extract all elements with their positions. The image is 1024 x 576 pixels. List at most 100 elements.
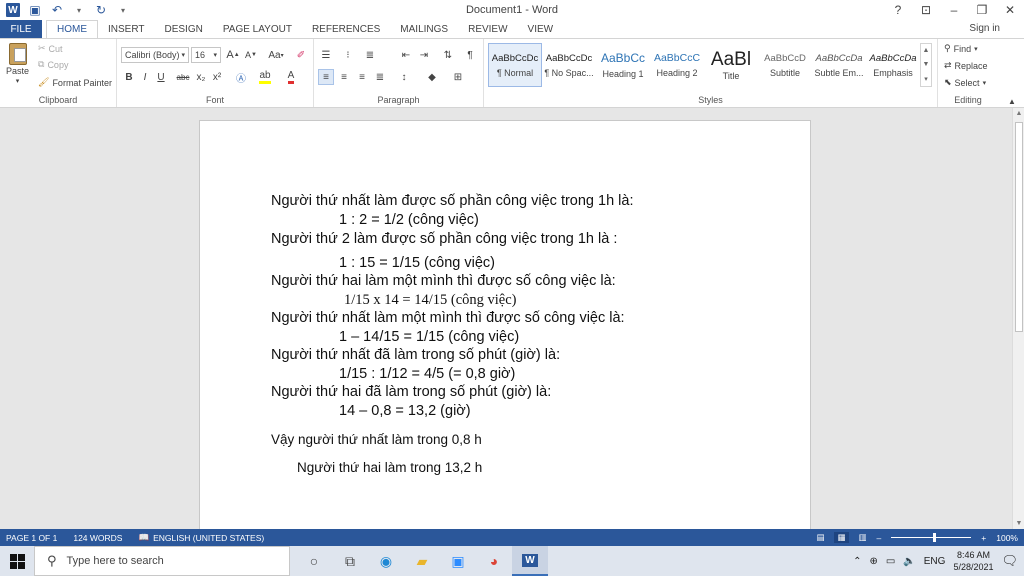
style-subtle-emphasis[interactable]: AaBbCcDa Subtle Em... (812, 43, 866, 87)
web-layout-icon[interactable]: ▥ (859, 532, 867, 543)
proofing-icon[interactable]: 📖 (138, 532, 149, 543)
chevron-up-icon[interactable]: ▲ (923, 47, 930, 54)
numbering-icon[interactable]: ⁝ (340, 47, 356, 63)
page-count[interactable]: PAGE 1 OF 1 (6, 533, 57, 543)
tab-references[interactable]: REFERENCES (302, 20, 390, 38)
windows-start-button[interactable] (0, 546, 34, 576)
tab-mailings[interactable]: MAILINGS (390, 20, 458, 38)
doc-line[interactable]: 14 – 0,8 = 13,2 (giờ) (339, 403, 471, 419)
text-effects-icon[interactable]: Ⓐ (233, 69, 249, 85)
underline-button[interactable]: U (153, 69, 169, 85)
align-right-icon[interactable]: ≡ (354, 69, 370, 85)
cut-button[interactable]: ✂ Cut (38, 43, 63, 54)
doc-line[interactable]: Người thứ nhất đã làm trong số phút (giờ… (271, 347, 560, 363)
tab-design[interactable]: DESIGN (155, 20, 213, 38)
tab-file[interactable]: FILE (0, 20, 42, 38)
collapse-ribbon-icon[interactable]: ▲ (1004, 93, 1020, 109)
customize-qat-icon[interactable]: ▾ (116, 3, 130, 17)
doc-line[interactable]: 1 – 14/15 = 1/15 (công việc) (339, 329, 519, 345)
edge-icon[interactable]: ◉ (368, 546, 404, 576)
file-explorer-icon[interactable]: ▰ (404, 546, 440, 576)
style-emphasis[interactable]: AaBbCcDa Emphasis (866, 43, 920, 87)
cortana-icon[interactable]: ○ (296, 546, 332, 576)
more-styles-icon[interactable]: ▾ (924, 75, 928, 83)
doc-line[interactable]: Người thứ hai đã làm trong số phút (giờ)… (271, 384, 551, 400)
style-subtitle[interactable]: AaBbCcD Subtitle (758, 43, 812, 87)
font-size-dropdown[interactable]: 16 ▾ (191, 47, 221, 63)
tab-insert[interactable]: INSERT (98, 20, 155, 38)
style-title[interactable]: AaBl Title (704, 43, 758, 87)
print-layout-icon[interactable]: ▦ (834, 532, 849, 543)
clock[interactable]: 8:46 AM 5/28/2021 (953, 549, 993, 573)
zoom-level[interactable]: 100% (996, 533, 1018, 543)
tab-home[interactable]: HOME (46, 20, 98, 38)
doc-line[interactable]: Người thứ hai làm một mình thì được số c… (271, 273, 616, 289)
language-status[interactable]: ENGLISH (UNITED STATES) (153, 533, 264, 543)
zoom-slider[interactable] (891, 533, 972, 542)
zoom-in-icon[interactable]: + (981, 533, 986, 543)
increase-indent-icon[interactable]: ⇥ (416, 47, 432, 63)
styles-gallery-scroll[interactable]: ▲ ▼ ▾ (920, 43, 932, 87)
doc-line[interactable]: Người thứ nhất làm một mình thì được số … (271, 310, 625, 326)
doc-line[interactable]: Vậy người thứ nhất làm trong 0,8 h (271, 432, 482, 447)
shrink-font-button[interactable]: A ▼ (243, 47, 259, 63)
battery-icon[interactable]: ▭ (886, 556, 895, 567)
redo-icon[interactable]: ↻ (94, 3, 108, 17)
undo-icon[interactable]: ↶ (50, 3, 64, 17)
font-color-icon[interactable]: A (283, 69, 299, 85)
find-button[interactable]: ⚲ Find ▾ (944, 43, 978, 54)
scrollbar-thumb[interactable] (1015, 122, 1023, 332)
minimize-button[interactable]: – (940, 3, 968, 17)
highlight-icon[interactable]: ab (257, 69, 273, 85)
sort-icon[interactable]: ⇅ (440, 47, 456, 63)
word-taskbar-icon[interactable]: W (512, 546, 548, 576)
chevron-down-icon[interactable]: ▼ (923, 61, 930, 68)
tab-page-layout[interactable]: PAGE LAYOUT (213, 20, 302, 38)
close-button[interactable]: ✕ (996, 3, 1024, 17)
line-spacing-icon[interactable]: ↕ (396, 69, 412, 85)
scroll-down-icon[interactable]: ▼ (1013, 520, 1024, 527)
taskbar-search-box[interactable]: ⚲ Type here to search (34, 546, 290, 576)
multilevel-list-icon[interactable]: ≣ (362, 47, 378, 63)
format-painter-button[interactable]: 🖌 Format Painter (38, 77, 112, 88)
scroll-up-icon[interactable]: ▲ (1013, 110, 1024, 117)
copy-button[interactable]: ⧉ Copy (38, 59, 68, 70)
doc-line[interactable]: 1/15 : 1/12 = 4/5 (= 0,8 giờ) (339, 366, 515, 382)
strikethrough-button[interactable]: abc (173, 69, 193, 85)
align-left-icon[interactable]: ≡ (318, 69, 334, 85)
chevron-up-icon[interactable]: ⌃ (853, 556, 861, 567)
restore-button[interactable]: ❐ (968, 3, 996, 17)
grow-font-button[interactable]: A ▲ (225, 47, 241, 63)
word-logo-icon[interactable]: W (6, 3, 20, 17)
subscript-button[interactable]: x₂ (193, 69, 209, 85)
italic-button[interactable]: I (137, 69, 153, 85)
bullets-icon[interactable]: ☰ (318, 47, 334, 63)
network-icon[interactable]: ⊕ (869, 556, 877, 567)
superscript-button[interactable]: x² (209, 69, 225, 85)
tab-view[interactable]: VIEW (518, 20, 564, 38)
style-heading-2[interactable]: AaBbCcC Heading 2 (650, 43, 704, 87)
word-count[interactable]: 124 WORDS (73, 533, 122, 543)
borders-icon[interactable]: ⊞ (450, 69, 466, 85)
speaker-icon[interactable]: 🔈 (903, 556, 915, 567)
zoom-slider-knob[interactable] (933, 533, 937, 542)
zoom-app-icon[interactable]: ▣ (440, 546, 476, 576)
style-heading-1[interactable]: AaBbCc Heading 1 (596, 43, 650, 87)
read-mode-icon[interactable]: ▤ (816, 532, 824, 543)
paste-button[interactable]: Paste ▾ (6, 43, 29, 85)
doc-line[interactable]: Người thứ hai làm trong 13,2 h (297, 460, 482, 475)
justify-icon[interactable]: ≣ (372, 69, 388, 85)
doc-line[interactable]: Người thứ 2 làm được số phần công việc t… (271, 231, 617, 247)
document-page[interactable]: Người thứ nhất làm được số phần công việ… (199, 120, 811, 529)
save-icon[interactable]: ▣ (28, 3, 42, 17)
select-button[interactable]: ⬉ Select ▾ (944, 77, 986, 88)
style-no-spacing[interactable]: AaBbCcDc ¶ No Spac... (542, 43, 596, 87)
clear-formatting-icon[interactable]: ✐ (293, 47, 309, 63)
decrease-indent-icon[interactable]: ⇤ (398, 47, 414, 63)
change-case-button[interactable]: Aa ▾ (265, 47, 287, 63)
show-formatting-button[interactable]: ¶ (462, 47, 478, 63)
font-name-dropdown[interactable]: Calibri (Body) ▾ (121, 47, 189, 63)
shading-icon[interactable]: ◆ (424, 69, 440, 85)
doc-line[interactable]: 1/15 x 14 = 14/15 (công việc) (344, 292, 516, 309)
notifications-icon[interactable]: 🗨 (1001, 553, 1018, 569)
